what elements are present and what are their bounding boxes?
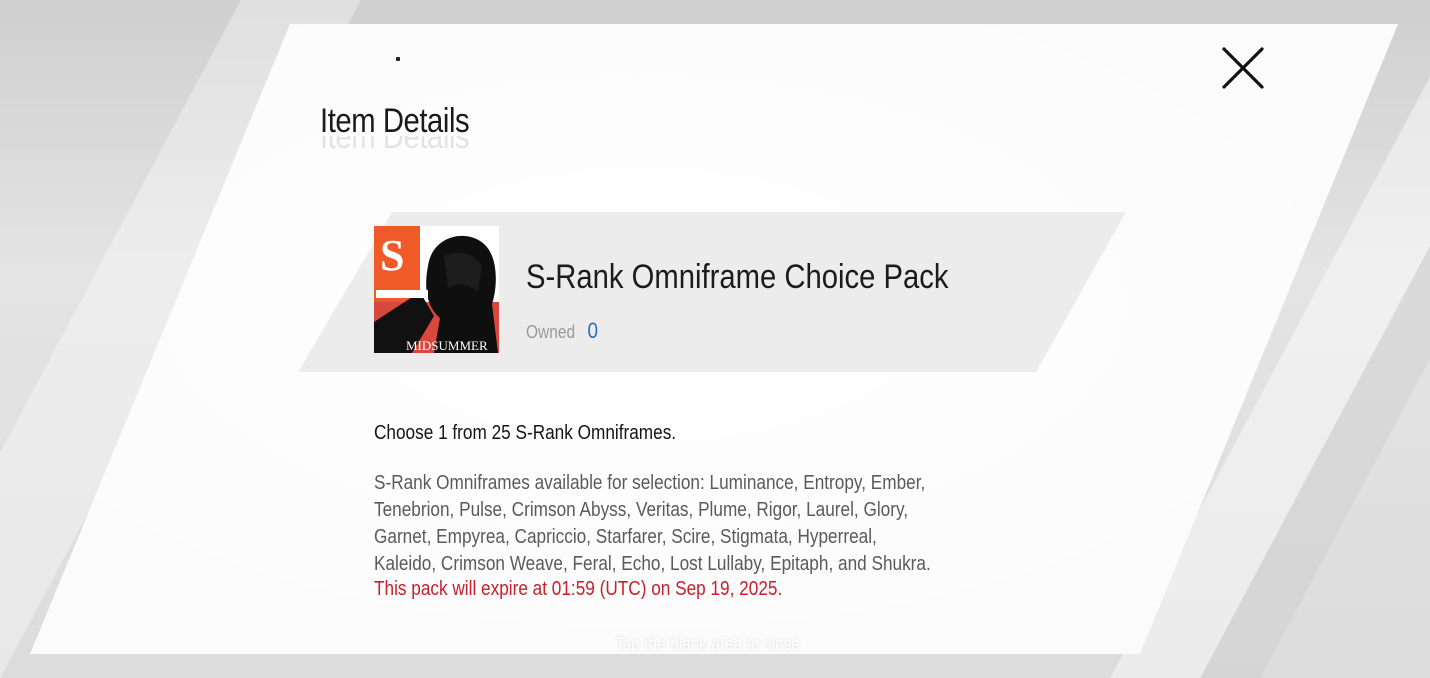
item-icon-letter: S — [380, 231, 404, 280]
description-line: Garnet, Empyrea, Capriccio, Starfarer, S… — [374, 526, 877, 548]
description-line: Kaleido, Crimson Weave, Feral, Echo, Los… — [374, 553, 931, 575]
decorative-dot — [396, 57, 400, 61]
item-description-list: S-Rank Omniframes available for selectio… — [374, 470, 942, 578]
description-line: S-Rank Omniframes available for selectio… — [374, 472, 926, 494]
expiry-notice: This pack will expire at 01:59 (UTC) on … — [374, 578, 783, 600]
close-hint: Tap the blank area to close — [615, 634, 801, 654]
item-icon: S MIDSUMMER — [374, 226, 499, 353]
item-description-summary: Choose 1 from 25 S-Rank Omniframes. — [374, 422, 677, 444]
description-line: Tenebrion, Pulse, Crimson Abyss, Veritas… — [374, 499, 909, 521]
item-icon-caption: MIDSUMMER — [406, 338, 488, 353]
owned-label: Owned — [526, 322, 576, 342]
item-name: S-Rank Omniframe Choice Pack — [526, 258, 949, 296]
close-button[interactable] — [1216, 42, 1270, 96]
close-icon — [1222, 47, 1264, 89]
owned-value: 0 — [587, 318, 599, 343]
page-title: Item Details — [320, 102, 470, 140]
owned-count: Owned 0 — [526, 318, 598, 344]
